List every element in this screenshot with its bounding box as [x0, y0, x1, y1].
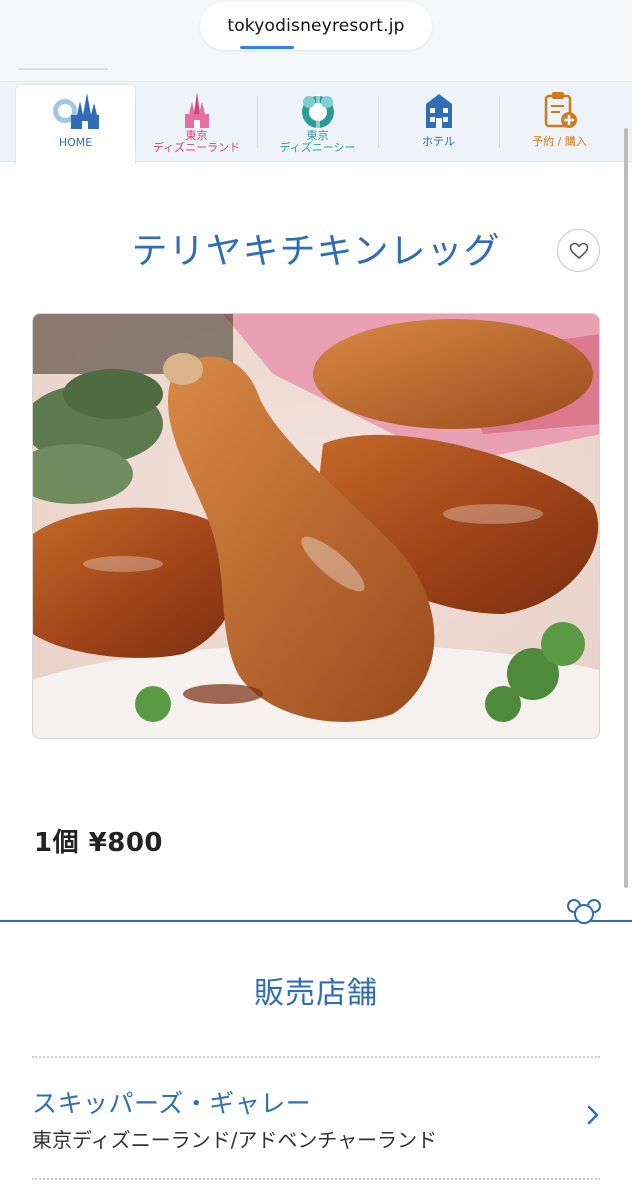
home-castle-icon — [49, 91, 103, 131]
sea-globe-icon — [298, 90, 338, 130]
reservation-icon — [542, 90, 578, 130]
tab-tokyo-disneysea[interactable]: 東京 ディズニーシー — [257, 84, 379, 162]
tab-hotel-label: ホテル — [422, 135, 455, 148]
tab-home[interactable]: HOME — [15, 84, 136, 164]
hotel-icon — [422, 90, 456, 130]
store-name[interactable]: スキッパーズ・ギャレー — [32, 1084, 311, 1120]
store-list-item[interactable]: スキッパーズ・ギャレー 東京ディズニーランド/アドベンチャーランド — [32, 1072, 600, 1172]
tab-land-label: 東京 ディズニーランド — [152, 129, 241, 154]
tab-reservation[interactable]: 予約 / 購入 — [499, 84, 620, 162]
tab-sea-label: 東京 ディズニーシー — [279, 129, 356, 154]
chevron-right-icon[interactable] — [586, 1104, 600, 1126]
tab-home-label: HOME — [58, 136, 93, 149]
product-price: 1個 ¥800 — [34, 828, 164, 858]
heart-icon — [569, 242, 588, 259]
page-load-progress — [240, 46, 294, 49]
tab-hotel[interactable]: ホテル — [378, 84, 500, 162]
toolbar-underline — [18, 68, 108, 70]
main-nav: HOME 東京 ディズニーランド 東京 ディズニーシー ホテル 予約 / 購入 — [0, 82, 632, 164]
favorite-button[interactable] — [557, 229, 600, 272]
address-bar[interactable]: tokyodisneyresort.jp — [200, 2, 432, 50]
browser-bar: tokyodisneyresort.jp — [0, 0, 632, 82]
tab-tokyo-disneyland[interactable]: 東京 ディズニーランド — [136, 84, 258, 162]
page-title: テリヤキチキンレッグ — [131, 231, 501, 272]
dotted-divider — [32, 1056, 600, 1058]
section-divider — [0, 920, 632, 922]
mickey-icon — [566, 898, 602, 928]
land-castle-icon — [179, 90, 215, 130]
tab-reservation-label: 予約 / 購入 — [532, 135, 587, 148]
store-location: 東京ディズニーランド/アドベンチャーランド — [32, 1128, 438, 1152]
section-title: 販売店舗 — [254, 976, 378, 1011]
dotted-divider — [32, 1178, 600, 1180]
url-text: tokyodisneyresort.jp — [227, 16, 405, 36]
product-photo — [32, 313, 600, 739]
